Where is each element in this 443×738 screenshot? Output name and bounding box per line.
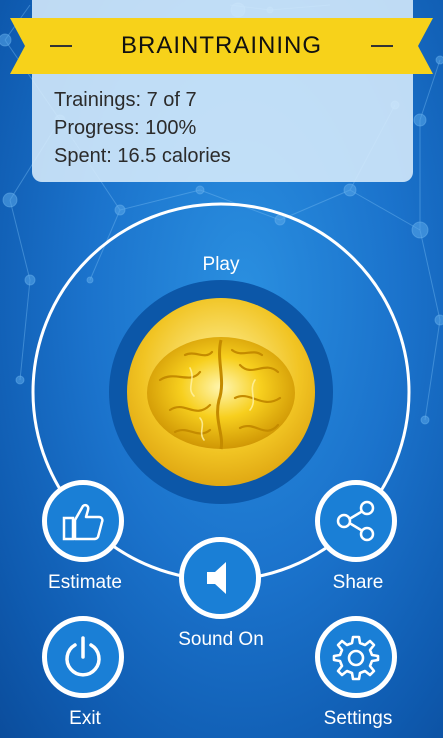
sound-button[interactable] xyxy=(179,537,261,619)
exit-label: Exit xyxy=(69,708,101,729)
settings-button[interactable] xyxy=(315,616,397,698)
brain-icon xyxy=(147,337,295,450)
speaker-icon xyxy=(207,562,226,594)
sound-label: Sound On xyxy=(178,629,264,650)
gear-icon xyxy=(332,635,380,681)
exit-button[interactable] xyxy=(42,616,124,698)
thumbs-up-icon xyxy=(62,503,104,541)
settings-label: Settings xyxy=(323,708,393,729)
estimate-button[interactable] xyxy=(42,480,124,562)
power-icon xyxy=(65,636,101,677)
share-button[interactable] xyxy=(315,480,397,562)
play-label[interactable]: Play xyxy=(181,254,261,276)
share-icon xyxy=(336,500,375,542)
share-label: Share xyxy=(332,572,384,593)
estimate-label: Estimate xyxy=(48,572,122,593)
